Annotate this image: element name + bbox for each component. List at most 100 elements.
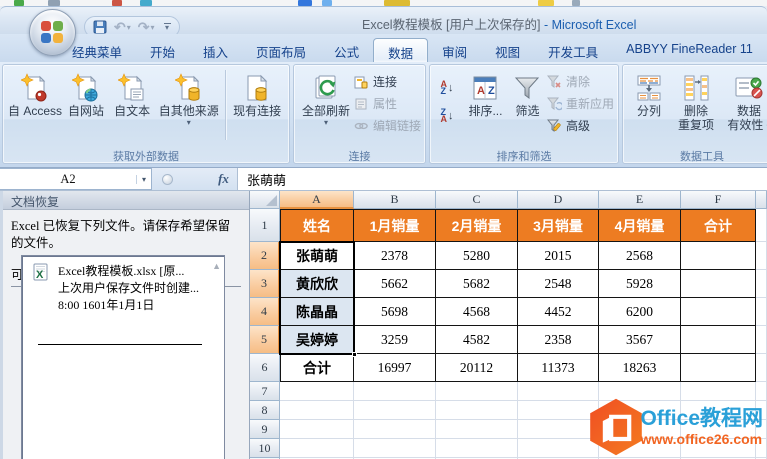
row-header-7[interactable]: 7 <box>250 382 280 401</box>
cell-F1[interactable]: 合计 <box>681 209 756 242</box>
cell-A2[interactable]: 张萌萌 <box>280 242 354 270</box>
edit-links-button[interactable]: 编辑链接 <box>354 116 421 135</box>
cell-G2[interactable] <box>756 242 767 270</box>
cell-C6[interactable]: 20112 <box>436 354 518 382</box>
cell-F2[interactable] <box>681 242 756 270</box>
undo-button[interactable]: ↶ ▾ <box>114 20 131 34</box>
cell-A8[interactable] <box>280 401 354 420</box>
row-header-3[interactable]: 3 <box>250 270 280 298</box>
cell-E4[interactable]: 6200 <box>599 298 681 326</box>
tab-开始[interactable]: 开始 <box>136 38 189 62</box>
row-header-8[interactable]: 8 <box>250 401 280 420</box>
cell-B6[interactable]: 16997 <box>354 354 436 382</box>
sort-az-ascending-button[interactable]: AZ ↓ <box>434 76 460 100</box>
text-to-columns-button[interactable]: 分列 <box>627 68 671 144</box>
row-header-6[interactable]: 6 <box>250 354 280 382</box>
cell-E5[interactable]: 3567 <box>599 326 681 354</box>
cell-E3[interactable]: 5928 <box>599 270 681 298</box>
row-header-1[interactable]: 1 <box>250 209 280 242</box>
cell-G5[interactable] <box>756 326 767 354</box>
save-button[interactable] <box>93 20 107 34</box>
filter-button[interactable]: 筛选 <box>508 68 547 144</box>
tab-页面布局[interactable]: 页面布局 <box>242 38 320 62</box>
cell-G4[interactable] <box>756 298 767 326</box>
cell-C2[interactable]: 5280 <box>436 242 518 270</box>
tab-开发工具[interactable]: 开发工具 <box>534 38 612 62</box>
cell-C10[interactable] <box>436 439 518 458</box>
column-header-B[interactable]: B <box>354 191 436 209</box>
column-header-A[interactable]: A <box>280 191 354 209</box>
from-web-button[interactable]: 自网站 <box>63 68 109 144</box>
cell-D6[interactable]: 11373 <box>518 354 599 382</box>
clear-filter-button[interactable]: 清除 <box>547 72 614 91</box>
row-header-5[interactable]: 5 <box>250 326 280 354</box>
redo-button[interactable]: ↷ ▾ <box>138 20 155 34</box>
from-text-button[interactable]: 自文本 <box>109 68 155 144</box>
cell-G6[interactable] <box>756 354 767 382</box>
tab-审阅[interactable]: 审阅 <box>428 38 481 62</box>
tab-公式[interactable]: 公式 <box>320 38 373 62</box>
cell-B4[interactable]: 5698 <box>354 298 436 326</box>
cell-E6[interactable]: 18263 <box>599 354 681 382</box>
tab-视图[interactable]: 视图 <box>481 38 534 62</box>
column-header-E[interactable]: E <box>599 191 681 209</box>
cell-B8[interactable] <box>354 401 436 420</box>
cell-C3[interactable]: 5682 <box>436 270 518 298</box>
refresh-all-button[interactable]: 全部刷新 ▾ <box>298 68 354 144</box>
tab-ABBYY FineReader 11[interactable]: ABBYY FineReader 11 <box>612 38 767 62</box>
column-header-F[interactable]: F <box>681 191 756 209</box>
cell-A10[interactable] <box>280 439 354 458</box>
row-header-9[interactable]: 9 <box>250 420 280 439</box>
cell-B3[interactable]: 5662 <box>354 270 436 298</box>
cell-B10[interactable] <box>354 439 436 458</box>
customize-qat-button[interactable]: ▾ <box>164 23 171 31</box>
advanced-filter-button[interactable]: 高级 <box>547 116 614 135</box>
select-all-corner[interactable] <box>250 191 280 209</box>
cell-B9[interactable] <box>354 420 436 439</box>
data-validation-button[interactable]: 数据 有效性 ▾ <box>721 68 767 144</box>
existing-connections-button[interactable]: 现有连接 <box>229 68 285 144</box>
from-other-sources-button[interactable]: 自其他来源 ▾ <box>155 68 222 144</box>
cell-A6[interactable]: 合计 <box>280 354 354 382</box>
row-header-4[interactable]: 4 <box>250 298 280 326</box>
properties-button[interactable]: 属性 <box>354 94 421 113</box>
cell-A1[interactable]: 姓名 <box>280 209 354 242</box>
name-box[interactable]: A2 ▾ <box>0 168 152 190</box>
cell-A4[interactable]: 陈晶晶 <box>280 298 354 326</box>
cell-E1[interactable]: 4月销量 <box>599 209 681 242</box>
undo-dropdown-icon[interactable]: ▾ <box>127 23 131 32</box>
cell-D2[interactable]: 2015 <box>518 242 599 270</box>
cell-B7[interactable] <box>354 382 436 401</box>
cell-A3[interactable]: 黄欣欣 <box>280 270 354 298</box>
recovered-file-item[interactable]: X Excel教程模板.xlsx [原... 上次用户保存文件时创建... 8:… <box>22 256 224 314</box>
cell-D5[interactable]: 2358 <box>518 326 599 354</box>
cell-D1[interactable]: 3月销量 <box>518 209 599 242</box>
remove-duplicates-button[interactable]: 删除 重复项 <box>671 68 721 144</box>
tab-插入[interactable]: 插入 <box>189 38 242 62</box>
cell-F3[interactable] <box>681 270 756 298</box>
cell-C7[interactable] <box>436 382 518 401</box>
cell-F4[interactable] <box>681 298 756 326</box>
cell-E2[interactable]: 2568 <box>599 242 681 270</box>
cell-B1[interactable]: 1月销量 <box>354 209 436 242</box>
cell-C4[interactable]: 4568 <box>436 298 518 326</box>
tab-数据[interactable]: 数据 <box>373 38 428 62</box>
cell-B2[interactable]: 2378 <box>354 242 436 270</box>
cell-F5[interactable] <box>681 326 756 354</box>
cell-C8[interactable] <box>436 401 518 420</box>
sort-dialog-button[interactable]: A Z 排序... <box>463 68 508 144</box>
cell-F6[interactable] <box>681 354 756 382</box>
cell-A9[interactable] <box>280 420 354 439</box>
cell-B5[interactable]: 3259 <box>354 326 436 354</box>
from-access-button[interactable]: 自 Access <box>7 68 63 144</box>
row-header-2[interactable]: 2 <box>250 242 280 270</box>
reapply-filter-button[interactable]: 重新应用 <box>547 94 614 113</box>
cell-G3[interactable] <box>756 270 767 298</box>
office-button[interactable] <box>29 9 76 56</box>
formula-content[interactable]: 张萌萌 <box>238 168 767 190</box>
connections-button[interactable]: 连接 <box>354 72 421 91</box>
cell-A7[interactable] <box>280 382 354 401</box>
name-box-dropdown-icon[interactable]: ▾ <box>136 175 151 184</box>
cell-C5[interactable]: 4582 <box>436 326 518 354</box>
scroll-up-icon[interactable]: ▲ <box>212 261 221 271</box>
